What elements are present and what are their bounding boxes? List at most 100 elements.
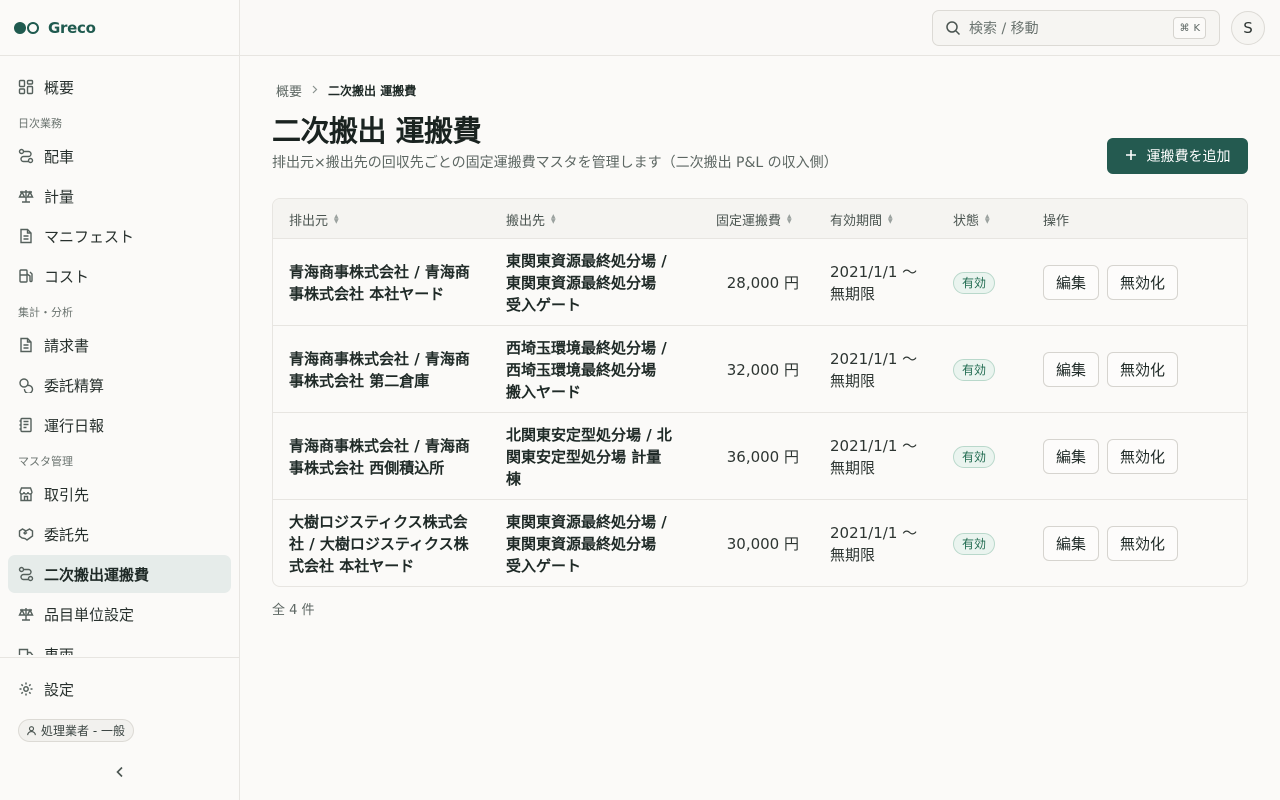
page-subtitle: 排出元×搬出先の回収先ごとの固定運搬費マスタを管理します（二次搬出 P&L の収… xyxy=(272,155,838,171)
actions-cell: 編集 無効化 xyxy=(1043,413,1178,500)
sidebar-nav: 概要日次業務配車 計量マニフェストコスト集計・分析請求書委託精算運行日報マスタ管理… xyxy=(8,68,231,655)
gear-icon xyxy=(18,681,34,697)
command-key: ⌘ xyxy=(1179,22,1190,34)
sidebar-item[interactable]: 品目単位設定 xyxy=(8,595,231,633)
sidebar-item-label: 委託先 xyxy=(44,525,90,544)
destination-cell: 北関東安定型処分場 / 北関東安定型処分場 計量棟 xyxy=(506,413,676,500)
edit-button[interactable]: 編集 xyxy=(1043,265,1099,300)
search-icon xyxy=(945,20,961,36)
sidebar-item-label: 委託精算 xyxy=(44,376,105,395)
status-badge: 有効 xyxy=(953,532,996,555)
fee-text: 32,000 円 xyxy=(726,360,799,379)
sort-icon: ▲ ▼ xyxy=(888,213,893,225)
destination-cell: 西埼玉環境最終処分場 / 西埼玉環境最終処分場 搬入ヤード xyxy=(506,326,676,413)
table-body: 青海商事株式会社 / 青海商事株式会社 本社ヤード 東関東資源最終処分場 / 東関… xyxy=(273,239,1247,586)
sidebar-section-label: 日次業務 xyxy=(18,117,62,130)
table-row: 青海商事株式会社 / 青海商事株式会社 本社ヤード 東関東資源最終処分場 / 東関… xyxy=(273,239,1247,326)
period-cell: 2021/1/1 〜 無期限 xyxy=(830,413,930,500)
sidebar-item[interactable]: 委託先 xyxy=(8,515,231,553)
column-destination[interactable]: 搬出先 ▲ ▼ xyxy=(506,199,556,239)
status-cell: 有効 xyxy=(953,326,996,413)
column-fee[interactable]: 固定運搬費 ▲ ▼ xyxy=(716,199,792,239)
brand-logo[interactable]: Greco xyxy=(14,17,96,39)
origin-cell: 青海商事株式会社 / 青海商事株式会社 西側積込所 xyxy=(289,413,479,500)
sidebar-section-label: マスタ管理 xyxy=(18,455,73,468)
sidebar-item[interactable]: コスト xyxy=(8,257,231,295)
edit-button[interactable]: 編集 xyxy=(1043,352,1099,387)
period-cell: 2021/1/1 〜 無期限 xyxy=(830,326,930,413)
route-icon xyxy=(18,148,34,164)
column-origin[interactable]: 排出元 ▲ ▼ xyxy=(289,199,339,239)
sidebar-item[interactable]: 委託精算 xyxy=(8,366,231,404)
sidebar-item[interactable]: 取引先 xyxy=(8,475,231,513)
scale-icon xyxy=(18,188,34,204)
sidebar-divider xyxy=(0,55,239,56)
actions-cell: 編集 無効化 xyxy=(1043,326,1178,413)
edit-button[interactable]: 編集 xyxy=(1043,439,1099,474)
handshake-icon xyxy=(18,526,34,542)
role-label: 処理業者 - 一般 xyxy=(41,724,125,738)
collapse-sidebar-button[interactable] xyxy=(110,762,130,782)
fee-cell: 36,000 円 xyxy=(693,413,799,500)
search-input[interactable]: 検索 / 移動 ⌘ K xyxy=(932,10,1220,46)
dashboard-icon xyxy=(18,79,34,95)
disable-button[interactable]: 無効化 xyxy=(1107,439,1178,474)
status-badge: 有効 xyxy=(953,445,996,468)
sort-icon: ▲ ▼ xyxy=(551,213,556,225)
sort-icon: ▲ ▼ xyxy=(787,213,792,225)
avatar[interactable]: S xyxy=(1231,11,1265,45)
sidebar-item-label: 取引先 xyxy=(44,485,90,504)
sidebar-item[interactable]: 二次搬出運搬費 xyxy=(8,555,231,593)
column-fee-label: 固定運搬費 xyxy=(716,213,782,229)
period-text: 2021/1/1 〜 無期限 xyxy=(830,262,918,303)
disable-button[interactable]: 無効化 xyxy=(1107,352,1178,387)
fuel-icon xyxy=(18,268,34,284)
column-status-label: 状態 xyxy=(953,213,980,229)
sidebar-item[interactable]: 概要 xyxy=(8,68,231,106)
period-cell: 2021/1/1 〜 無期限 xyxy=(830,500,930,586)
sidebar-item[interactable]: 配車 xyxy=(8,137,231,175)
sort-icon: ▲ ▼ xyxy=(985,213,990,225)
edit-button[interactable]: 編集 xyxy=(1043,526,1099,561)
user-icon xyxy=(26,725,37,736)
truck-icon xyxy=(18,646,34,655)
sidebar-item[interactable]: マニフェスト xyxy=(8,217,231,255)
column-destination-label: 搬出先 xyxy=(506,213,546,229)
plus-icon xyxy=(1125,147,1137,165)
disable-button[interactable]: 無効化 xyxy=(1107,265,1178,300)
destination-cell: 東関東資源最終処分場 / 東関東資源最終処分場 受入ゲート xyxy=(506,239,676,326)
sidebar-item-label: マニフェスト xyxy=(44,227,135,246)
column-period[interactable]: 有効期間 ▲ ▼ xyxy=(830,199,893,239)
sidebar-item[interactable]: 計量 xyxy=(8,177,231,215)
fee-cell: 32,000 円 xyxy=(693,326,799,413)
sidebar-item[interactable]: 請求書 xyxy=(8,326,231,364)
breadcrumb-root[interactable]: 概要 xyxy=(276,81,302,100)
sidebar-item-label: 二次搬出運搬費 xyxy=(44,565,150,584)
sort-icon: ▲ ▼ xyxy=(334,213,339,225)
actions-cell: 編集 無効化 xyxy=(1043,500,1178,586)
table-row: 青海商事株式会社 / 青海商事株式会社 第二倉庫 西埼玉環境最終処分場 / 西埼玉… xyxy=(273,326,1247,413)
add-fee-button[interactable]: 運搬費を追加 xyxy=(1107,138,1248,174)
origin-text: 大樹ロジスティクス株式会社 / 大樹ロジスティクス株式会社 本社ヤード xyxy=(289,512,469,575)
sidebar-item[interactable]: 車両 xyxy=(8,635,231,655)
fee-cell: 28,000 円 xyxy=(693,239,799,326)
add-fee-label: 運搬費を追加 xyxy=(1146,149,1231,165)
fee-text: 28,000 円 xyxy=(726,273,799,292)
fee-text: 36,000 円 xyxy=(726,447,799,466)
sidebar-item[interactable]: 運行日報 xyxy=(8,406,231,444)
column-period-label: 有効期間 xyxy=(830,213,883,229)
column-status[interactable]: 状態 ▲ ▼ xyxy=(953,199,990,239)
sidebar-section-label: 集計・分析 xyxy=(18,306,73,319)
page-title: 二次搬出 運搬費 xyxy=(272,114,482,148)
role-badge[interactable]: 処理業者 - 一般 xyxy=(18,719,134,742)
column-origin-label: 排出元 xyxy=(289,213,329,229)
period-text: 2021/1/1 〜 無期限 xyxy=(830,349,918,390)
fee-table: 排出元 ▲ ▼ 搬出先 ▲ ▼ 固定運搬費 ▲ ▼ 有効期間 ▲ ▼ 状態 ▲ ▼ 操作 … xyxy=(272,198,1248,587)
fee-cell: 30,000 円 xyxy=(693,500,799,586)
sidebar-item-settings[interactable]: 設定 xyxy=(8,670,231,708)
table-row: 青海商事株式会社 / 青海商事株式会社 西側積込所 北関東安定型処分場 / 北関東… xyxy=(273,413,1247,500)
disable-button[interactable]: 無効化 xyxy=(1107,526,1178,561)
search-placeholder: 検索 / 移動 xyxy=(969,21,1039,37)
destination-cell: 東関東資源最終処分場 / 東関東資源最終処分場 受入ゲート xyxy=(506,500,676,586)
top-bar: 検索 / 移動 ⌘ K S xyxy=(240,0,1280,56)
